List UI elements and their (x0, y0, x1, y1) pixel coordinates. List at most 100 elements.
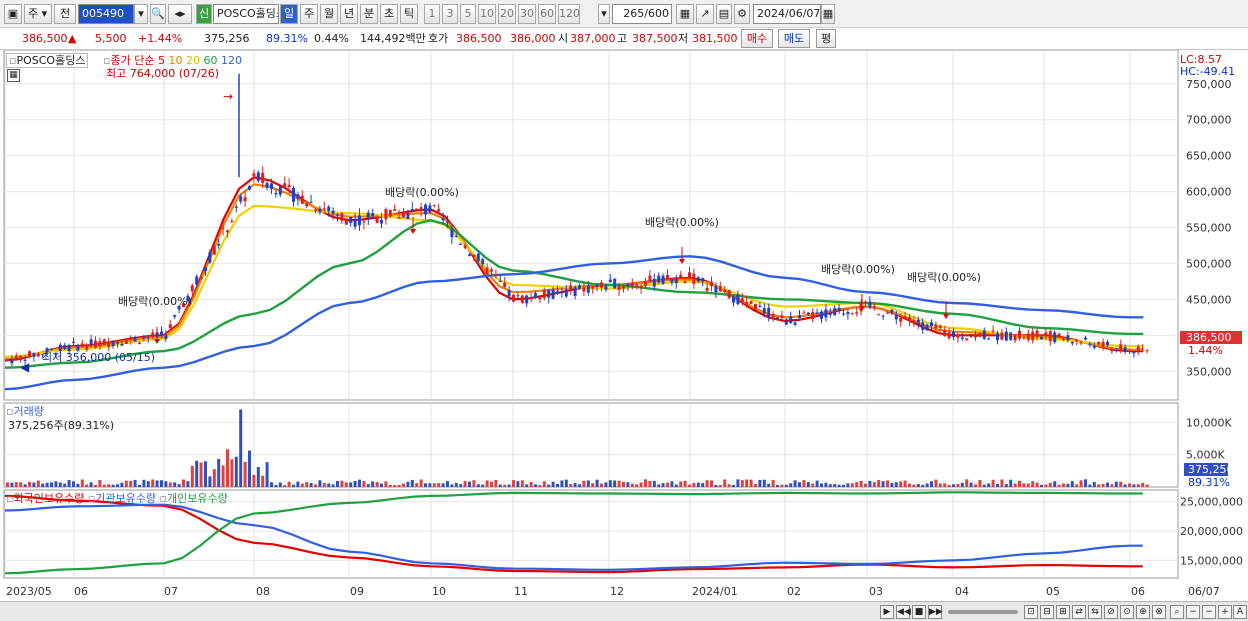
code-input[interactable]: 005490 (78, 4, 134, 24)
font-size-icon[interactable]: A (1233, 605, 1247, 619)
tool-icon-8[interactable]: ⊕ (1136, 605, 1150, 619)
candle-body-143 (635, 284, 639, 286)
candle-body-23 (107, 341, 111, 347)
chart-area[interactable]: 750,000 700,000 650,000 600,000 550,000 500,0… (0, 50, 1248, 621)
volume-bar-29 (133, 479, 137, 487)
candle-body-31 (142, 336, 146, 339)
candle-body-0 (6, 359, 9, 361)
settings-icon[interactable]: ⚙ (734, 4, 750, 24)
minute-step-2[interactable]: 5 (460, 4, 476, 24)
zoom-slider[interactable] (948, 610, 1018, 614)
volume-bar-141 (626, 482, 630, 487)
volume-bar-4 (23, 484, 27, 487)
candle-body-207 (916, 319, 920, 325)
volume-bar-240 (1062, 483, 1065, 487)
count-field[interactable]: 265/600 (612, 4, 672, 24)
minute-step-4[interactable]: 20 (498, 4, 516, 24)
candle-body-133 (591, 286, 595, 289)
volume-bar-48 (217, 459, 221, 487)
rewind-icon[interactable]: ◀◀ (896, 605, 911, 619)
tool-icon-6[interactable]: ⊘ (1104, 605, 1118, 619)
volume-bar-30 (138, 484, 141, 487)
chart-canvas[interactable]: 750,000 700,000 650,000 600,000 550,000 500,0… (0, 50, 1248, 601)
period-button-4[interactable]: 분 (360, 4, 378, 24)
indicator-icon[interactable]: ▦ (676, 4, 694, 24)
plus-icon[interactable]: + (1218, 605, 1232, 619)
eval-button[interactable]: 평 (816, 29, 836, 48)
candle-body-153 (679, 274, 683, 278)
market-label: 주 (28, 7, 39, 20)
calendar-icon[interactable]: ▦ (821, 4, 835, 24)
candle-body-21 (98, 341, 102, 347)
ma5-label: 5 (157, 54, 165, 67)
minus-icon[interactable]: − (1202, 605, 1216, 619)
volume-bar-125 (556, 483, 559, 487)
ma10-label: 10 (168, 54, 183, 67)
minute-step-1[interactable]: 3 (442, 4, 458, 24)
volume-bar-105 (468, 481, 471, 487)
candle-body-48 (217, 243, 221, 246)
volume-bar-153 (679, 481, 683, 487)
save-icon[interactable]: ▤ (716, 4, 732, 24)
minute-step-3[interactable]: 10 (478, 4, 496, 24)
x-axis-label-10: 03 (869, 585, 883, 598)
tool-icon-3[interactable]: ⊞ (1056, 605, 1070, 619)
volume-bar-194 (859, 480, 863, 487)
period-button-5[interactable]: 초 (380, 4, 398, 24)
market-select[interactable]: 주 ▾ (24, 4, 52, 24)
tool-icon-4[interactable]: ⇄ (1072, 605, 1086, 619)
sell-button[interactable]: 매도 (778, 29, 810, 48)
prev-button[interactable]: 전 (54, 4, 76, 24)
speaker-icon[interactable]: ◂▸ (168, 4, 192, 24)
volume-bar-104 (463, 481, 467, 487)
minute-step-7[interactable]: 120 (558, 4, 580, 24)
forward-icon[interactable]: ▶▶ (928, 605, 943, 619)
candle-body-184 (815, 312, 819, 314)
tool-icon-7[interactable]: ⊙ (1120, 605, 1134, 619)
tool-icon-2[interactable]: ⊟ (1040, 605, 1054, 619)
draw-tool-icon[interactable]: ↗ (696, 4, 714, 24)
candle-body-257 (1136, 346, 1140, 351)
candle-body-16 (76, 345, 80, 351)
period-button-0[interactable]: 일 (280, 4, 298, 24)
candle-body-124 (551, 289, 555, 299)
stock-name-field[interactable]: POSCO홀딩스 (213, 4, 279, 24)
period-button-1[interactable]: 주 (300, 4, 318, 24)
volume-bar-227 (1004, 484, 1008, 487)
buy-button[interactable]: 매수 (741, 29, 773, 48)
tool-icon-9[interactable]: ⊗ (1152, 605, 1166, 619)
window-menu-icon[interactable]: ▣ (4, 4, 22, 24)
candle-body-235 (1040, 336, 1043, 340)
tool-icon-5[interactable]: ⇆ (1088, 605, 1102, 619)
date-field[interactable]: 2024/06/07 (753, 4, 821, 24)
period-button-3[interactable]: 년 (340, 4, 358, 24)
zoom-icon[interactable]: ⌕ (1170, 605, 1184, 619)
minute-step-5[interactable]: 30 (518, 4, 536, 24)
candle-body-89 (397, 216, 401, 219)
count-dropdown-icon[interactable]: ▾ (598, 4, 610, 24)
stop-icon[interactable]: ■ (912, 605, 926, 619)
volume-bar-192 (850, 483, 854, 487)
period-button-2[interactable]: 월 (320, 4, 338, 24)
table-toggle-icon[interactable]: ▦ (7, 69, 20, 82)
volume-bar-35 (160, 480, 163, 487)
volume-bar-5 (28, 481, 31, 487)
search-icon[interactable]: 🔍 (150, 4, 166, 24)
candle-body-250 (1106, 341, 1109, 346)
volume-bar-237 (1048, 482, 1052, 487)
period-button-6[interactable]: 틱 (400, 4, 418, 24)
candle-body-137 (608, 279, 612, 283)
code-dropdown-icon[interactable]: ▾ (134, 4, 148, 24)
volume-bar-12 (58, 482, 62, 487)
volume-bar-254 (1123, 484, 1127, 487)
tool-icon-1[interactable]: ⊡ (1024, 605, 1038, 619)
zoom-out-icon[interactable]: − (1186, 605, 1200, 619)
minute-step-0[interactable]: 1 (424, 4, 440, 24)
candle-body-83 (371, 213, 375, 217)
legend-individual: 개인보유수량 (166, 492, 228, 505)
candle-body-218 (965, 338, 969, 341)
candle-body-13 (63, 344, 67, 349)
minute-step-6[interactable]: 60 (538, 4, 556, 24)
scroll-right-icon[interactable]: ▶ (880, 605, 894, 619)
low-arrow: ◀ (20, 360, 30, 374)
